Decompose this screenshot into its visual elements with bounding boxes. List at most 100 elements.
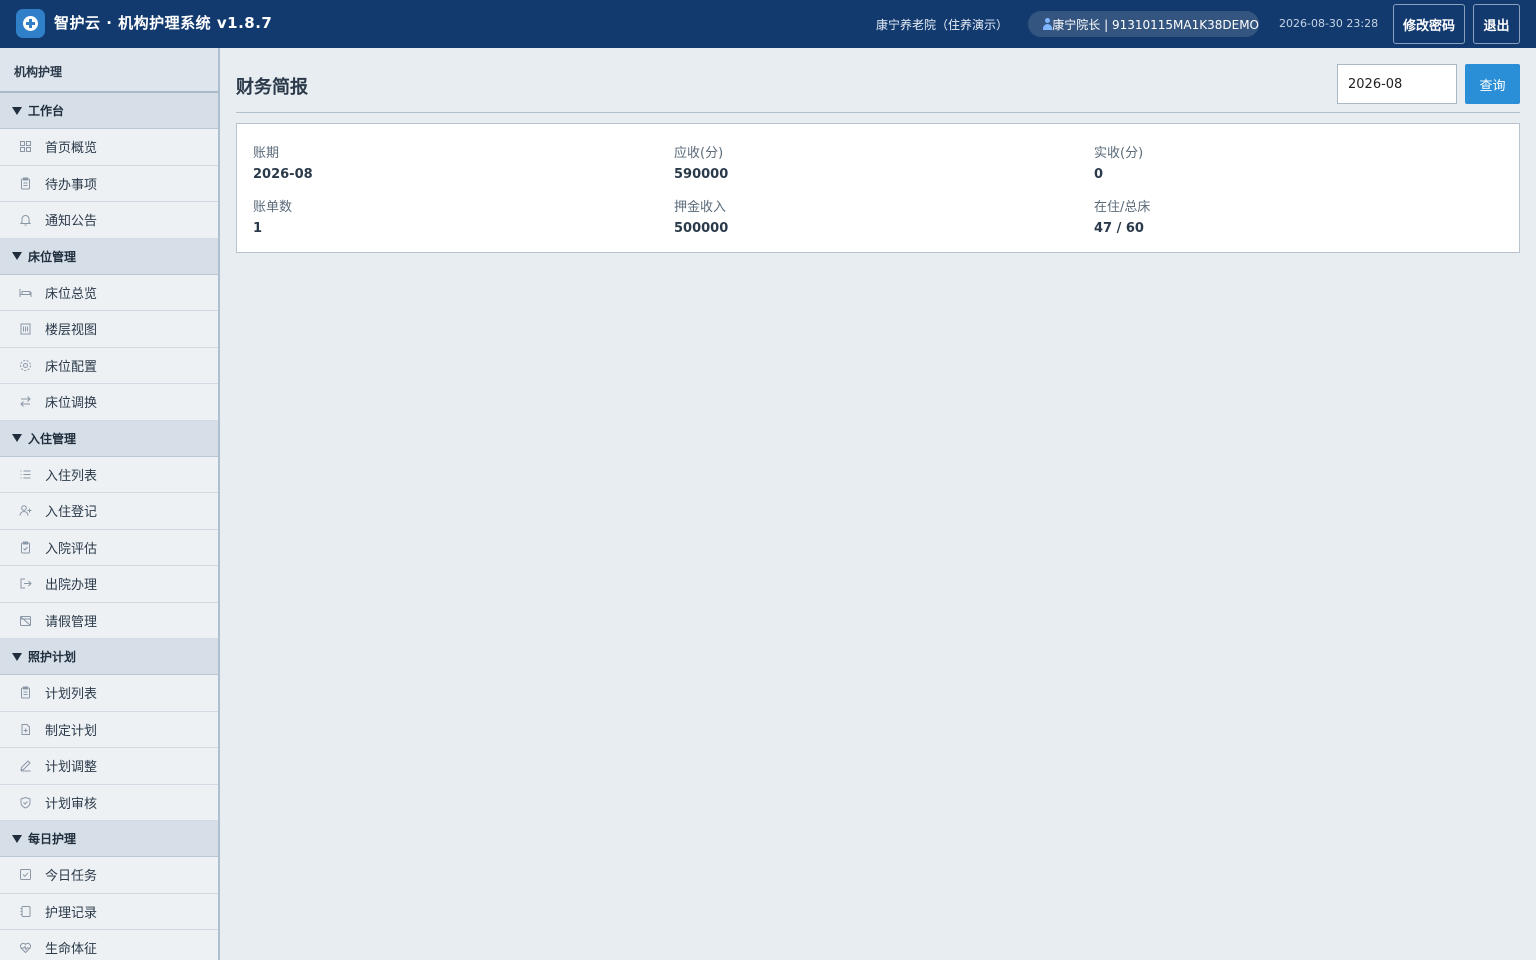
sidebar-section-title: 入住管理 — [28, 431, 77, 446]
sidebar: 机构护理 工作台首页概览待办事项通知公告床位管理床位总览楼层视图床位配置床位调换… — [0, 48, 220, 960]
sidebar-item-label: 床位总览 — [45, 286, 98, 302]
sidebar-nav: 工作台首页概览待办事项通知公告床位管理床位总览楼层视图床位配置床位调换入住管理入… — [0, 93, 218, 960]
user-badge: 康宁院长 | 91310115MA1K38DEMO — [1028, 11, 1259, 37]
logout-button[interactable]: 退出 — [1473, 4, 1520, 44]
sidebar-item-label: 通知公告 — [45, 214, 98, 230]
sidebar-title: 机构护理 — [0, 48, 218, 93]
sidebar-item-label: 首页概览 — [45, 141, 98, 157]
user-label: 康宁院长 | 91310115MA1K38DEMO — [1052, 17, 1259, 32]
sidebar-item-label: 楼层视图 — [45, 323, 98, 339]
sidebar-item[interactable]: 出院办理 — [0, 566, 218, 603]
stat-label: 账单数 — [253, 200, 293, 215]
collapse-triangle-icon — [12, 252, 22, 260]
sidebar-item-label: 护理记录 — [45, 905, 98, 921]
stat-label: 账期 — [253, 146, 280, 161]
stat-period: 账期 2026-08 — [253, 142, 313, 182]
shield-check-icon — [20, 796, 31, 809]
sidebar-item[interactable]: 今日任务 — [0, 857, 218, 894]
sidebar-item-label: 床位配置 — [45, 359, 98, 375]
heart-pulse-icon — [19, 943, 32, 954]
stat-value: 1 — [253, 221, 263, 236]
current-datetime: 2026-08-30 23:28 — [1279, 17, 1379, 30]
calendar-off-icon — [20, 615, 31, 626]
sidebar-item-label: 床位调换 — [45, 396, 98, 412]
sidebar-section-header[interactable]: 每日护理 — [0, 821, 218, 857]
app-logo-icon — [16, 9, 45, 38]
page-title: 财务简报 — [236, 77, 308, 98]
checkbox-icon — [20, 869, 31, 881]
sidebar-item-label: 入院评估 — [45, 541, 98, 557]
stat-value: 500000 — [674, 221, 729, 236]
sidebar-item[interactable]: 入院评估 — [0, 529, 218, 566]
sidebar-item-label: 制定计划 — [45, 723, 98, 739]
building-icon — [20, 323, 31, 335]
stat-value: 2026-08 — [253, 167, 313, 182]
user-plus-icon — [19, 505, 32, 516]
sidebar-item[interactable]: 床位调换 — [0, 384, 218, 421]
sidebar-item[interactable]: 首页概览 — [0, 129, 218, 166]
sidebar-item-label: 计划审核 — [45, 796, 98, 812]
list-icon — [20, 470, 31, 479]
clipboard-check-icon — [21, 541, 30, 554]
sidebar-section-title: 每日护理 — [28, 832, 77, 846]
sidebar-item[interactable]: 生命体征 — [0, 930, 218, 960]
sidebar-item[interactable]: 待办事项 — [0, 165, 218, 202]
sidebar-item[interactable]: 入住登记 — [0, 493, 218, 530]
collapse-triangle-icon — [12, 434, 22, 442]
sidebar-section-header[interactable]: 照护计划 — [0, 639, 218, 675]
pen-icon — [20, 760, 31, 772]
month-input[interactable] — [1337, 64, 1457, 104]
sidebar-item[interactable]: 入住列表 — [0, 456, 218, 493]
sidebar-item[interactable]: 护理记录 — [0, 893, 218, 930]
sidebar-section-header[interactable]: 工作台 — [0, 93, 218, 129]
sidebar-item[interactable]: 通知公告 — [0, 202, 218, 239]
swap-icon — [20, 396, 31, 408]
sidebar-item-label: 出院办理 — [45, 578, 98, 594]
sidebar-item[interactable]: 楼层视图 — [0, 311, 218, 348]
collapse-triangle-icon — [12, 106, 22, 115]
stat-deposit-income: 押金收入 500000 — [674, 196, 728, 236]
grid-icon — [20, 141, 31, 153]
stat-label: 在住/总床 — [1094, 200, 1151, 215]
sidebar-item[interactable]: 计划审核 — [0, 784, 218, 821]
file-plus-icon — [21, 723, 30, 735]
sidebar-item[interactable]: 制定计划 — [0, 711, 218, 748]
stat-value: 590000 — [674, 167, 729, 182]
change-password-button[interactable]: 修改密码 — [1393, 4, 1465, 44]
stat-value: 47 / 60 — [1094, 221, 1144, 236]
sidebar-item[interactable]: 计划列表 — [0, 675, 218, 712]
sidebar-item-label: 计划列表 — [45, 687, 98, 703]
sidebar-section-header[interactable]: 床位管理 — [0, 238, 218, 275]
clipboard-icon — [21, 177, 30, 190]
notebook-icon — [20, 905, 31, 917]
sidebar-item-label: 请假管理 — [45, 614, 98, 630]
exit-icon — [20, 578, 32, 589]
sidebar-item-label: 今日任务 — [45, 869, 98, 885]
stat-label: 实收(分) — [1094, 146, 1144, 161]
title-divider — [236, 112, 1520, 113]
query-button[interactable]: 查询 — [1465, 64, 1520, 104]
sidebar-item-label: 待办事项 — [45, 177, 98, 193]
sidebar-section-title: 床位管理 — [28, 249, 77, 264]
gear-icon — [20, 359, 31, 371]
sidebar-item[interactable]: 请假管理 — [0, 602, 218, 639]
stat-label: 应收(分) — [674, 146, 724, 161]
sidebar-item-label: 计划调整 — [45, 760, 98, 776]
stat-bill-count: 账单数 1 — [253, 196, 292, 236]
sidebar-item[interactable]: 床位配置 — [0, 347, 218, 384]
sidebar-item-label: 生命体征 — [45, 942, 98, 958]
bed-icon — [19, 288, 32, 297]
stat-received: 实收(分) 0 — [1094, 142, 1143, 182]
sidebar-item[interactable]: 床位总览 — [0, 274, 218, 311]
stat-value: 0 — [1094, 167, 1104, 182]
sidebar-section-header[interactable]: 入住管理 — [0, 420, 218, 457]
sidebar-item-label: 入住列表 — [45, 468, 98, 484]
stat-label: 押金收入 — [674, 200, 727, 215]
sidebar-section-title: 照护计划 — [28, 650, 77, 664]
sidebar-item[interactable]: 计划调整 — [0, 748, 218, 785]
sidebar-item-label: 入住登记 — [45, 505, 98, 521]
org-name: 康宁养老院（住养演示） — [876, 18, 1009, 32]
finance-summary-card: 账期 2026-08 应收(分) 590000 实收(分) 0 账单数 1 押金… — [236, 123, 1520, 253]
collapse-triangle-icon — [12, 834, 22, 843]
collapse-triangle-icon — [12, 652, 22, 661]
